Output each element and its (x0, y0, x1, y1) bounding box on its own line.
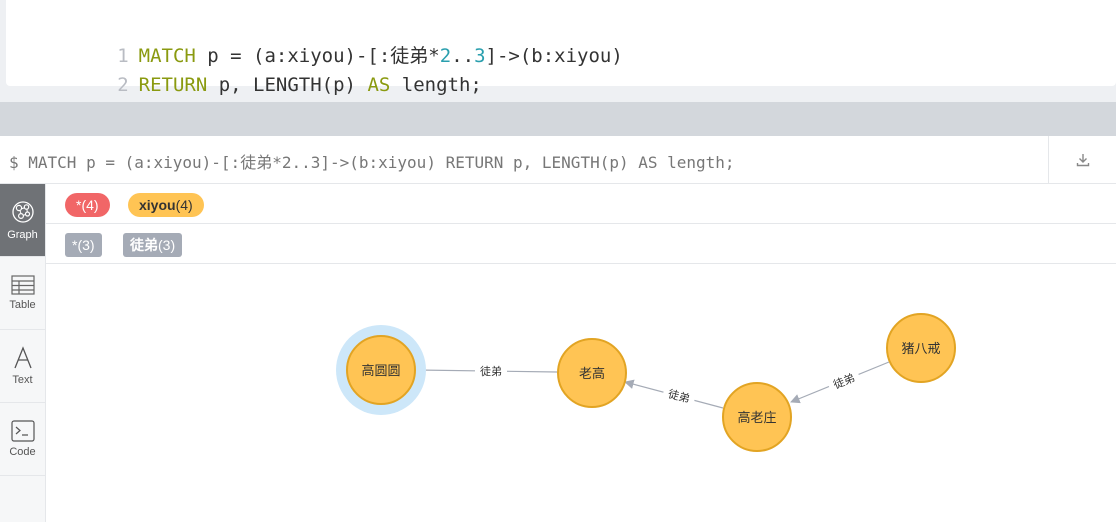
line-number: 2 (117, 74, 129, 96)
result-frame: $ MATCH p = (a:xiyou)-[:徒弟*2..3]->(b:xiy… (0, 136, 1116, 522)
editor-panel[interactable]: 1 MATCH p = (a:xiyou)-[:徒弟*2..3]->(b:xiyo… (6, 0, 1116, 96)
graph-node[interactable]: 猪八戒 (886, 313, 956, 383)
relationship-edge[interactable]: 徒弟 (790, 361, 890, 404)
stream-divider (0, 102, 1116, 136)
sidebar-item-code[interactable]: Code (0, 403, 45, 476)
keyword: AS (367, 74, 391, 96)
graph-node-selected[interactable]: 高圆圆 (336, 325, 426, 415)
node-label: 猪八戒 (901, 342, 940, 357)
query-editor[interactable]: 1 MATCH p = (a:xiyou)-[:徒弟*2..3]->(b:xiyo… (0, 0, 1116, 102)
node-legend: *(4) xiyou(4) (46, 184, 1116, 224)
node-label-all[interactable]: *(4) (65, 193, 110, 217)
view-sidebar: Graph Table Text Code (0, 184, 46, 522)
relationship-legend: *(3) 徒弟(3) (46, 224, 1116, 264)
table-icon (10, 275, 35, 295)
sidebar-item-label: Table (9, 299, 36, 311)
code-text: ]->(b:xiyou) (485, 45, 623, 67)
rel-type-tudi[interactable]: 徒弟(3) (123, 233, 183, 257)
sidebar-item-label: Graph (7, 229, 38, 241)
sidebar-item-label: Text (12, 374, 33, 386)
code-line-2[interactable]: 2 RETURN p, LENGTH(p) AS length; (6, 43, 482, 96)
code-line-1[interactable]: 1 MATCH p = (a:xiyou)-[:徒弟*2..3]->(b:xiyo… (6, 14, 623, 67)
graph-node[interactable]: 高老庄 (722, 382, 792, 452)
sidebar-item-graph[interactable]: Graph (0, 184, 45, 257)
graph-icon (11, 201, 34, 223)
keyword: RETURN (138, 74, 208, 96)
edge-label: 徒弟 (667, 386, 692, 405)
code-icon (10, 420, 35, 442)
graph-canvas[interactable]: 徒弟 徒弟 徒弟 高圆圆 老高 高老庄 猪八戒 (46, 264, 1116, 522)
sidebar-item-label: Code (9, 446, 36, 458)
frame-query-text[interactable]: $ MATCH p = (a:xiyou)-[:徒弟*2..3]->(b:xiy… (9, 149, 735, 173)
download-icon (1076, 154, 1089, 167)
node-label: 高圆圆 (361, 363, 400, 379)
sidebar-item-text[interactable]: Text (0, 330, 45, 403)
frame-header: $ MATCH p = (a:xiyou)-[:徒弟*2..3]->(b:xiy… (0, 136, 1116, 184)
relationship-edge[interactable]: 徒弟 (416, 362, 558, 378)
code-text: p, LENGTH(p) (207, 74, 368, 96)
code-text: length; (390, 74, 482, 96)
relationship-edge[interactable]: 徒弟 (624, 379, 724, 409)
node-label-xiyou[interactable]: xiyou(4) (128, 193, 204, 217)
node-label: 高老庄 (737, 410, 776, 426)
edge-label: 徒弟 (480, 364, 502, 378)
text-icon (13, 346, 32, 369)
download-button[interactable] (1048, 136, 1116, 184)
rel-type-all[interactable]: *(3) (65, 233, 102, 257)
graph-node[interactable]: 老高 (557, 338, 627, 408)
sidebar-item-table[interactable]: Table (0, 257, 45, 330)
node-label: 老高 (579, 366, 605, 382)
